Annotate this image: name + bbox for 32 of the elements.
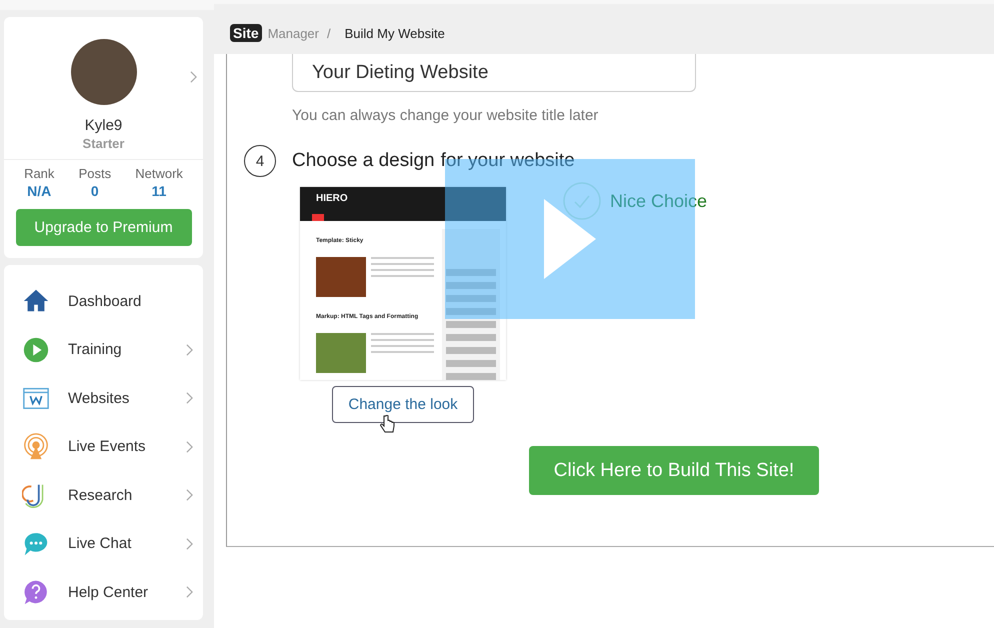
breadcrumb-current: Build My Website [344, 26, 445, 40]
change-look-button[interactable]: Change the look [332, 386, 474, 423]
play-icon [544, 199, 596, 279]
breadcrumb-separator: / [327, 26, 331, 40]
website-title-field[interactable]: Your Dieting Website [292, 54, 696, 92]
nav-item[interactable]: Help Center [22, 568, 193, 616]
user-name: Kyle9 [84, 117, 122, 134]
nav-item[interactable]: Websites [22, 374, 193, 422]
play-circle-icon [22, 336, 50, 364]
hand-cursor-icon [379, 415, 395, 435]
nav-item[interactable]: Live Chat [22, 520, 193, 568]
broadcast-icon [22, 432, 50, 461]
membership-level: Starter [82, 136, 124, 151]
nav-item[interactable]: Live Events [22, 422, 193, 471]
nav-item[interactable]: Research [22, 471, 193, 520]
field-hint: You can always change your website title later [292, 107, 600, 124]
nav-item[interactable]: Training [22, 326, 193, 374]
stat-value: 0 [90, 183, 99, 199]
template-brand: HIERO [316, 193, 349, 204]
stat-label: Network [135, 166, 183, 181]
stat-value: 11 [152, 183, 166, 199]
help-icon [22, 578, 50, 606]
nav-item[interactable]: Dashboard [22, 277, 193, 326]
stat-label: Posts [78, 166, 112, 181]
step-number: 4 [244, 145, 276, 177]
step-title: Choose a design [292, 150, 435, 172]
stat-value: N/A [27, 183, 52, 199]
photo-placeholder [316, 257, 366, 297]
stat-label: Rank [24, 166, 54, 181]
photo-placeholder [316, 333, 366, 373]
check-circle-icon [562, 181, 602, 221]
logo-badge: Site [230, 24, 262, 42]
